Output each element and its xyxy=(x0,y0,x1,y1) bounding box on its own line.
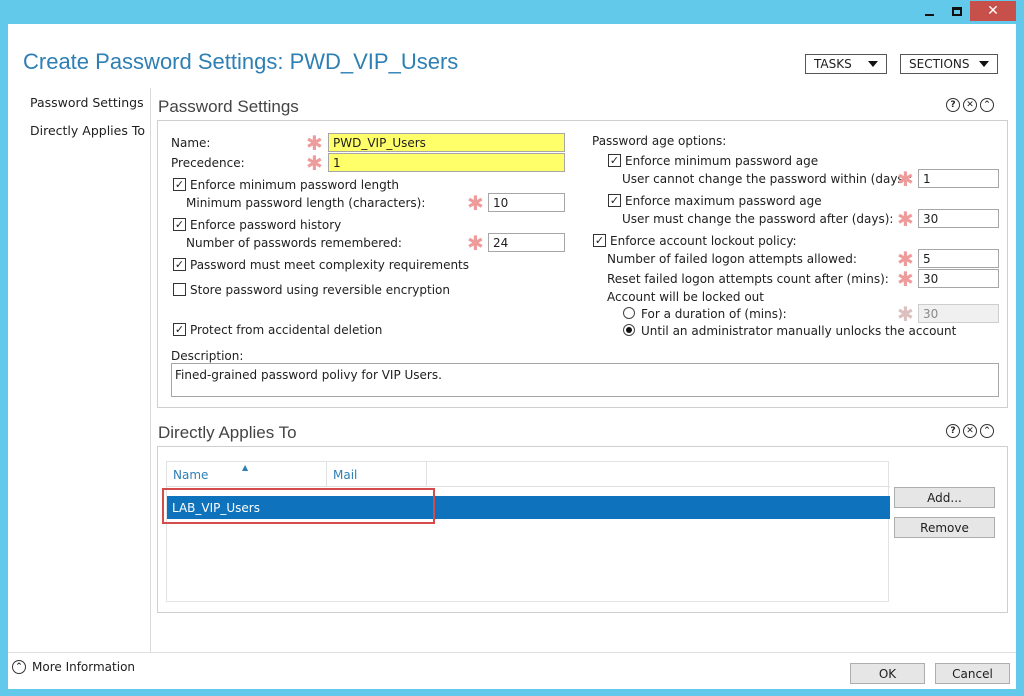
required-icon: ✱ xyxy=(897,302,914,326)
more-information-toggle[interactable]: ⌃ More Information xyxy=(12,660,135,674)
precedence-field[interactable]: 1 xyxy=(328,153,565,172)
window-titlebar xyxy=(0,0,1024,24)
history-field[interactable]: 24 xyxy=(488,233,565,252)
complexity-checkbox[interactable]: ✓ xyxy=(173,258,186,271)
age-options-label: Password age options: xyxy=(592,134,727,148)
sort-ascending-icon: ▲ xyxy=(242,463,249,472)
reversible-encryption-checkbox[interactable] xyxy=(173,283,186,296)
tasks-label: TASKS xyxy=(814,57,852,71)
nav-item-directly-applies-to[interactable]: Directly Applies To xyxy=(30,123,145,138)
collapse-icon[interactable]: ⌃ xyxy=(980,98,994,112)
duration-field[interactable]: 30 xyxy=(918,304,999,323)
chevron-down-icon xyxy=(868,61,878,67)
cancel-button[interactable]: Cancel xyxy=(935,663,1010,684)
sections-label: SECTIONS xyxy=(909,57,970,71)
max-age-field[interactable]: 30 xyxy=(918,209,999,228)
enforce-max-age-label: Enforce maximum password age xyxy=(625,194,822,208)
required-icon: ✱ xyxy=(897,247,914,271)
maximize-icon xyxy=(952,6,962,16)
description-label: Description: xyxy=(171,349,244,363)
help-icon[interactable]: ? xyxy=(946,98,960,112)
close-button[interactable]: ✕ xyxy=(970,1,1016,21)
page-title: Create Password Settings: PWD_VIP_Users xyxy=(23,49,459,74)
duration-radio[interactable] xyxy=(623,307,635,319)
password-settings-section-controls: ? ✕ ⌃ xyxy=(946,98,994,112)
locked-out-label: Account will be locked out xyxy=(607,290,764,304)
sections-nav xyxy=(8,88,151,652)
directly-applies-to-title: Directly Applies To xyxy=(158,423,297,442)
name-label: Name: xyxy=(171,136,211,150)
enforce-min-length-checkbox[interactable]: ✓ xyxy=(173,178,186,191)
enforce-history-checkbox[interactable]: ✓ xyxy=(173,218,186,231)
required-icon: ✱ xyxy=(306,131,323,155)
failed-attempts-label: Number of failed logon attempts allowed: xyxy=(607,252,857,266)
column-separator xyxy=(326,462,327,487)
manual-unlock-radio[interactable] xyxy=(623,324,635,336)
required-icon: ✱ xyxy=(897,207,914,231)
min-length-field[interactable]: 10 xyxy=(488,193,565,212)
required-icon: ✱ xyxy=(467,231,484,255)
required-icon: ✱ xyxy=(467,191,484,215)
manual-unlock-label: Until an administrator manually unlocks … xyxy=(641,324,957,338)
min-age-label: User cannot change the password within (… xyxy=(622,172,913,186)
collapse-icon[interactable]: ⌃ xyxy=(980,424,994,438)
column-header-mail[interactable]: Mail xyxy=(333,468,357,482)
min-length-label: Minimum password length (characters): xyxy=(186,196,426,210)
close-icon: ✕ xyxy=(987,3,999,19)
column-header-name[interactable]: Name xyxy=(173,468,208,482)
reset-count-field[interactable]: 30 xyxy=(918,269,999,288)
add-button[interactable]: Add... xyxy=(894,487,995,508)
required-icon: ✱ xyxy=(306,151,323,175)
lockout-policy-label: Enforce account lockout policy: xyxy=(610,234,797,248)
nav-item-password-settings[interactable]: Password Settings xyxy=(30,95,144,110)
required-icon: ✱ xyxy=(897,167,914,191)
min-age-field[interactable]: 1 xyxy=(918,169,999,188)
expand-icon: ⌃ xyxy=(12,660,26,674)
enforce-min-age-label: Enforce minimum password age xyxy=(625,154,819,168)
description-field[interactable]: Fined-grained password polivy for VIP Us… xyxy=(171,363,999,397)
footer-divider xyxy=(8,652,1016,653)
password-settings-title: Password Settings xyxy=(158,97,299,116)
tasks-dropdown[interactable]: TASKS xyxy=(805,54,887,74)
maximize-button[interactable] xyxy=(944,1,970,21)
column-separator xyxy=(426,462,427,487)
annotation-highlight-box xyxy=(162,488,435,524)
reset-count-label: Reset failed logon attempts count after … xyxy=(607,272,889,286)
minimize-button[interactable] xyxy=(916,1,942,21)
reversible-encryption-label: Store password using reversible encrypti… xyxy=(190,283,450,297)
name-field[interactable]: PWD_VIP_Users xyxy=(328,133,565,152)
ok-button[interactable]: OK xyxy=(850,663,925,684)
help-icon[interactable]: ? xyxy=(946,424,960,438)
enforce-min-length-label: Enforce minimum password length xyxy=(190,178,400,192)
lockout-policy-checkbox[interactable]: ✓ xyxy=(593,234,606,247)
duration-label: For a duration of (mins): xyxy=(641,307,787,321)
history-label: Number of passwords remembered: xyxy=(186,236,402,250)
chevron-down-icon xyxy=(979,61,989,67)
precedence-label: Precedence: xyxy=(171,156,245,170)
close-section-icon[interactable]: ✕ xyxy=(963,98,977,112)
complexity-label: Password must meet complexity requiremen… xyxy=(190,258,470,272)
minimize-icon xyxy=(924,14,934,16)
required-icon: ✱ xyxy=(897,267,914,291)
enforce-min-age-checkbox[interactable]: ✓ xyxy=(608,154,621,167)
remove-button[interactable]: Remove xyxy=(894,517,995,538)
applies-to-section-controls: ? ✕ ⌃ xyxy=(946,424,994,438)
sections-dropdown[interactable]: SECTIONS xyxy=(900,54,998,74)
more-information-label: More Information xyxy=(32,660,136,674)
protect-deletion-label: Protect from accidental deletion xyxy=(190,323,383,337)
enforce-max-age-checkbox[interactable]: ✓ xyxy=(608,194,621,207)
enforce-history-label: Enforce password history xyxy=(190,218,342,232)
protect-deletion-checkbox[interactable]: ✓ xyxy=(173,323,186,336)
applies-to-grid: Name ▲ Mail LAB_VIP_Users xyxy=(166,461,890,602)
max-age-label: User must change the password after (day… xyxy=(622,212,894,226)
failed-attempts-field[interactable]: 5 xyxy=(918,249,999,268)
close-section-icon[interactable]: ✕ xyxy=(963,424,977,438)
grid-header: Name ▲ Mail xyxy=(167,462,890,487)
